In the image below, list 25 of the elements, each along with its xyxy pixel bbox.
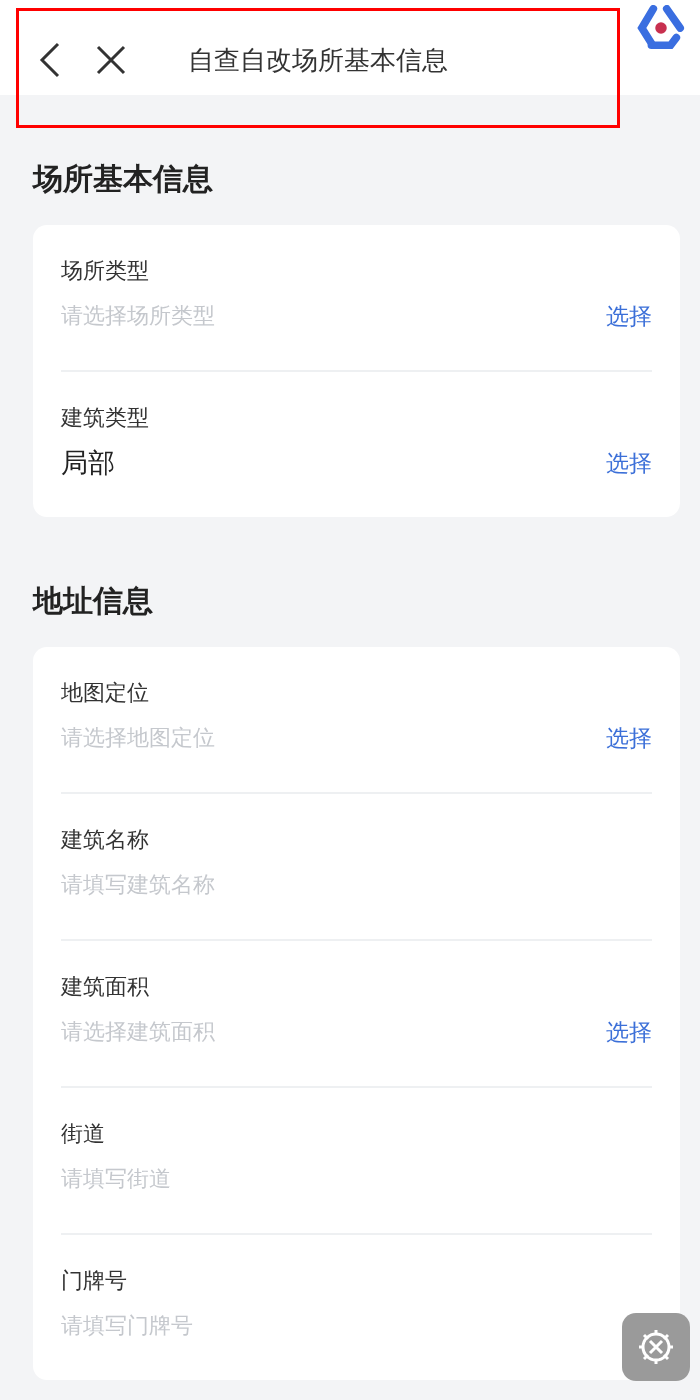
input-field[interactable]: 请选择地图定位 [61,723,215,753]
page-title: 自查自改场所基本信息 [187,43,449,77]
gear-icon [636,1327,676,1367]
select-link[interactable]: 选择 [606,447,652,479]
input-field[interactable]: 请填写门牌号 [61,1311,193,1341]
input-field[interactable]: 请选择场所类型 [61,301,215,331]
field-label: 建筑面积 [61,973,150,1001]
back-icon[interactable] [38,42,62,78]
select-link[interactable]: 选择 [606,1016,652,1048]
close-icon[interactable] [96,45,126,75]
settings-button[interactable] [622,1313,690,1381]
input-field[interactable]: 局部 [61,445,115,481]
field-label: 街道 [61,1120,106,1148]
field-label: 门牌号 [61,1267,128,1295]
field-label: 建筑名称 [61,826,150,854]
input-field[interactable]: 请填写建筑名称 [61,870,215,900]
field-label: 建筑类型 [61,404,150,432]
section-title: 地址信息 [33,582,154,620]
field-label: 地图定位 [61,679,150,707]
field-label: 场所类型 [61,257,150,285]
section-title: 场所基本信息 [33,160,214,198]
input-field[interactable]: 请填写街道 [61,1164,171,1194]
select-link[interactable]: 选择 [606,300,652,332]
input-field[interactable]: 请选择建筑面积 [61,1017,215,1047]
select-link[interactable]: 选择 [606,722,652,754]
